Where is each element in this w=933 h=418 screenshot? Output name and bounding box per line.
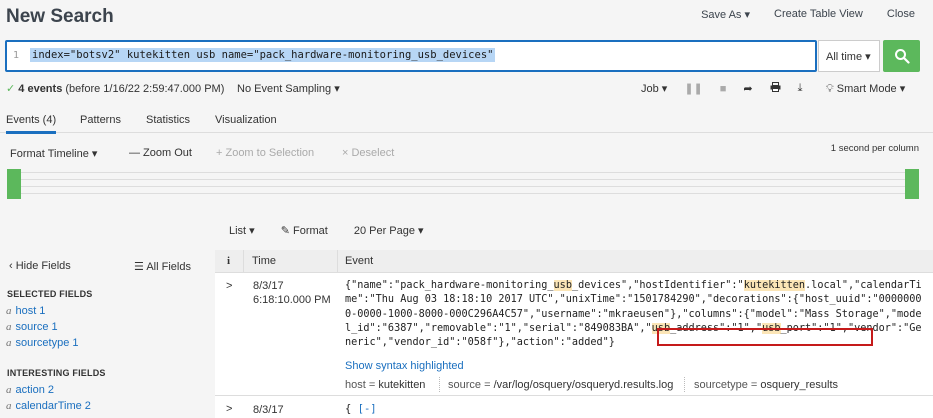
share-icon[interactable]: ➦	[743, 82, 752, 95]
selected-fields-title: SELECTED FIELDS	[7, 289, 93, 299]
expand-chevron-icon[interactable]: >	[226, 403, 232, 415]
timeline-panel: Format Timeline ▾ — Zoom Out + Zoom to S…	[0, 134, 933, 214]
event-count: 4 events	[18, 83, 63, 95]
source-field[interactable]: source = /var/log/osquery/osqueryd.resul…	[448, 379, 673, 391]
header: New Search Save As ▾ Create Table View C…	[0, 0, 933, 34]
search-mode-dropdown[interactable]: 💡︎ Smart Mode ▾	[826, 82, 905, 96]
sourcetype-field[interactable]: sourcetype = osquery_results	[694, 379, 838, 391]
job-controls: Job ▾ ❚❚ ■ ➦ ⤓	[641, 82, 803, 95]
page-title: New Search	[6, 6, 114, 27]
collapse-toggle[interactable]: [-]	[358, 403, 377, 415]
column-divider	[243, 250, 244, 273]
job-dropdown[interactable]: Job ▾	[641, 82, 667, 95]
results-tabs: Events (4) Patterns Statistics Visualiza…	[0, 109, 933, 134]
show-syntax-link[interactable]: Show syntax highlighted	[345, 360, 464, 372]
pause-icon[interactable]: ❚❚	[684, 82, 702, 95]
line-number: 1	[13, 50, 20, 61]
timeline-bar[interactable]	[905, 169, 919, 199]
tab-statistics[interactable]: Statistics	[146, 114, 190, 126]
timeline-chart[interactable]	[7, 169, 920, 199]
grid-line	[21, 186, 906, 187]
timeline-bar[interactable]	[7, 169, 21, 199]
host-field[interactable]: host = kutekitten	[345, 379, 425, 391]
highlight-box	[657, 328, 873, 346]
close-button[interactable]: Close	[887, 8, 915, 21]
format-timeline-dropdown[interactable]: Format Timeline ▾	[10, 147, 97, 160]
export-icon[interactable]: ⤓	[798, 82, 803, 95]
column-event: Event	[345, 255, 374, 267]
meta-divider	[684, 377, 685, 392]
pencil-icon: ✎	[280, 225, 290, 237]
print-icon[interactable]	[770, 82, 781, 95]
expand-chevron-icon[interactable]: >	[226, 280, 232, 292]
search-button[interactable]	[883, 40, 920, 72]
search-icon	[894, 49, 910, 64]
field-item[interactable]: a action 2	[6, 384, 54, 396]
column-divider	[337, 250, 338, 273]
event-raw-text: { [-]	[345, 403, 377, 415]
table-header: i Time Event	[215, 250, 933, 273]
list-dropdown[interactable]: List ▾	[229, 224, 255, 237]
column-info: i	[227, 255, 231, 267]
timeline-resolution: 1 second per column	[830, 143, 919, 154]
deselect-button[interactable]: × Deselect	[342, 147, 394, 159]
grid-line	[21, 193, 906, 194]
grid-line	[21, 179, 906, 180]
fields-sidebar: ‹ Hide Fields ☰ All Fields SELECTED FIEL…	[0, 250, 214, 418]
header-actions: Save As ▾ Create Table View Close	[701, 8, 915, 21]
search-input[interactable]: 1 index="botsv2" kutekitten usb name="pa…	[5, 40, 817, 72]
meta-divider	[439, 377, 440, 392]
column-time[interactable]: Time	[252, 255, 276, 267]
event-time: 8/3/17 6:18:10.000 PM	[253, 280, 331, 306]
search-status: ✓ 4 events (before 1/16/22 2:59:47.000 P…	[6, 82, 224, 95]
zoom-to-selection-button[interactable]: + Zoom to Selection	[216, 147, 314, 159]
stop-icon[interactable]: ■	[720, 83, 727, 95]
field-item[interactable]: a sourcetype 1	[6, 337, 78, 349]
interesting-fields-title: INTERESTING FIELDS	[7, 368, 106, 378]
field-item[interactable]: a calendarTime 2	[6, 400, 91, 412]
tab-patterns[interactable]: Patterns	[80, 114, 121, 126]
lightbulb-icon: 💡︎	[826, 83, 834, 95]
tab-visualization[interactable]: Visualization	[215, 114, 277, 126]
field-item[interactable]: a host 1	[6, 305, 45, 317]
all-fields-button[interactable]: ☰ All Fields	[134, 260, 191, 273]
search-time: (before 1/16/22 2:59:47.000 PM)	[65, 83, 225, 95]
field-item[interactable]: a source 1	[6, 321, 58, 333]
event-time: 8/3/17	[253, 404, 284, 416]
zoom-out-button[interactable]: — Zoom Out	[129, 147, 192, 159]
hide-fields-button[interactable]: ‹ Hide Fields	[9, 260, 71, 272]
time-range-picker[interactable]: All time ▾	[818, 40, 880, 72]
check-icon: ✓	[6, 83, 16, 95]
table-row: > 8/3/17 6:18:10.000 PM {"name":"pack_ha…	[215, 274, 933, 396]
save-as-button[interactable]: Save As ▾	[701, 8, 750, 21]
tab-events[interactable]: Events (4)	[6, 114, 57, 134]
list-icon: ☰	[134, 261, 144, 273]
table-row: > 8/3/17 { [-]	[215, 399, 933, 418]
per-page-dropdown[interactable]: 20 Per Page ▾	[354, 224, 424, 237]
results-toolbar: List ▾ ✎ Format 20 Per Page ▾	[229, 224, 424, 237]
results-table: i Time Event > 8/3/17 6:18:10.000 PM {"n…	[215, 250, 933, 418]
event-sampling-dropdown[interactable]: No Event Sampling ▾	[237, 82, 340, 95]
grid-line	[21, 172, 906, 173]
format-button[interactable]: ✎ Format	[281, 224, 328, 237]
create-table-view-button[interactable]: Create Table View	[774, 8, 863, 21]
search-query[interactable]: index="botsv2" kutekitten usb name="pack…	[30, 48, 496, 62]
